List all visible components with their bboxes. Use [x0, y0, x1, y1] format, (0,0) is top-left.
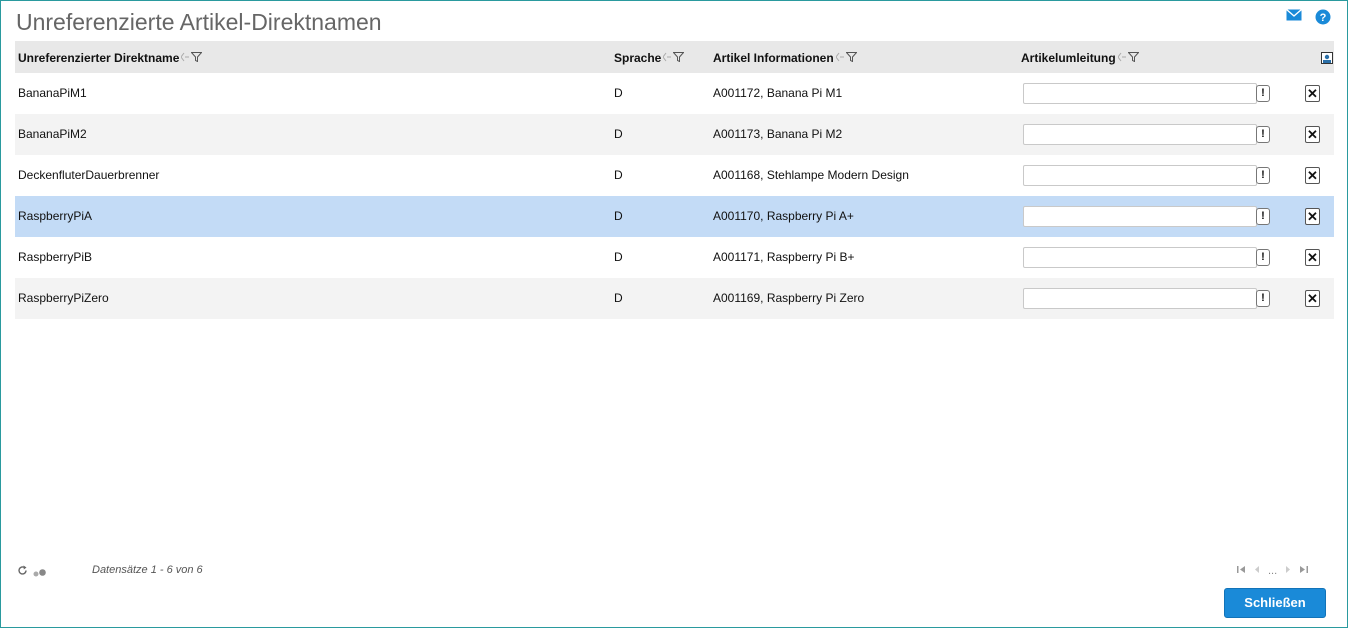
delete-button[interactable]: ✕ — [1305, 126, 1320, 143]
exclamation-button[interactable]: ! — [1256, 85, 1270, 102]
record-count: Datensätze 1 - 6 von 6 — [92, 564, 203, 576]
first-page-icon[interactable] — [1237, 565, 1246, 577]
last-page-icon[interactable] — [1299, 565, 1309, 577]
artikel-info-cell: A001170, Raspberry Pi A+ — [713, 209, 854, 223]
next-page-icon[interactable] — [1285, 565, 1291, 577]
table-row[interactable]: BananaPiM1 D A001172, Banana Pi M1! ✕ — [15, 73, 1334, 114]
exclamation-button[interactable]: ! — [1256, 126, 1270, 143]
direktname-cell: BananaPiM1 — [18, 86, 87, 100]
table-row[interactable]: RaspberryPiA D A001170, Raspberry Pi A+! ✕ — [15, 196, 1334, 237]
sort-icon[interactable] — [835, 51, 844, 65]
artikelumleitung-input[interactable] — [1023, 124, 1257, 145]
pager: ... — [1237, 565, 1309, 577]
mail-icon[interactable] — [1286, 8, 1302, 25]
direktname-cell: BananaPiM2 — [18, 127, 87, 141]
table-row[interactable]: BananaPiM2 D A001173, Banana Pi M2! ✕ — [15, 114, 1334, 155]
help-icon[interactable]: ? — [1315, 9, 1331, 28]
refresh-icon[interactable] — [17, 565, 28, 579]
column-header-artikel[interactable]: Artikel Informationen — [713, 51, 858, 65]
delete-button[interactable]: ✕ — [1305, 249, 1320, 266]
column-header-direktname[interactable]: Unreferenzierter Direktname — [18, 51, 204, 65]
delete-button[interactable]: ✕ — [1305, 85, 1320, 102]
filter-icon[interactable] — [1127, 51, 1140, 65]
column-header-sprache[interactable]: Sprache — [614, 51, 685, 65]
column-header-umleitung[interactable]: Artikelumleitung — [1021, 51, 1140, 65]
artikel-info-cell: A001171, Raspberry Pi B+ — [713, 250, 855, 264]
sprache-cell: D — [614, 127, 623, 141]
artikel-info-cell: A001172, Banana Pi M1 — [713, 86, 843, 100]
artikelumleitung-input[interactable] — [1023, 165, 1257, 186]
close-button[interactable]: Schließen — [1224, 588, 1326, 618]
direktname-cell: RaspberryPiA — [18, 209, 93, 223]
sprache-cell: D — [614, 168, 623, 182]
artikel-info-cell: A001169, Raspberry Pi Zero — [713, 291, 865, 305]
direktname-cell: DeckenfluterDauerbrenner — [18, 168, 160, 182]
page-title: Unreferenzierte Artikel-Direktnamen — [16, 9, 382, 35]
sort-icon[interactable] — [180, 51, 190, 65]
filter-icon[interactable] — [672, 51, 685, 65]
svg-text:?: ? — [1320, 12, 1327, 24]
artikelumleitung-input[interactable] — [1023, 83, 1257, 104]
exclamation-button[interactable]: ! — [1256, 208, 1270, 225]
artikelumleitung-input[interactable] — [1023, 288, 1257, 309]
delete-button[interactable]: ✕ — [1305, 208, 1320, 225]
table-body: BananaPiM1 D A001172, Banana Pi M1! ✕ Banana… — [15, 73, 1334, 319]
artikel-info-cell: A001173, Banana Pi M2 — [713, 127, 843, 141]
sort-icon[interactable] — [662, 51, 672, 65]
sprache-cell: D — [614, 291, 623, 305]
delete-button[interactable]: ✕ — [1305, 290, 1320, 307]
direktnamen-table: Unreferenzierter Direktname Sprache Arti… — [15, 41, 1334, 319]
artikelumleitung-input[interactable] — [1023, 247, 1257, 268]
table-row[interactable]: RaspberryPiB D A001171, Raspberry Pi B+! ✕ — [15, 237, 1334, 278]
exclamation-button[interactable]: ! — [1256, 249, 1270, 266]
column-chooser-icon[interactable] — [1321, 52, 1333, 64]
direktname-cell: RaspberryPiB — [18, 250, 93, 264]
exclamation-button[interactable]: ! — [1256, 290, 1270, 307]
artikelumleitung-input[interactable] — [1023, 206, 1257, 227]
prev-page-icon[interactable] — [1254, 565, 1260, 577]
sort-icon[interactable] — [1117, 51, 1126, 65]
table-row[interactable]: DeckenfluterDauerbrenner D A001168, Stehla… — [15, 155, 1334, 196]
filter-icon[interactable] — [190, 51, 204, 65]
dialog-frame: Unreferenzierte Artikel-Direktnamen ? Un… — [0, 0, 1348, 628]
pager-ellipsis: ... — [1268, 565, 1278, 577]
delete-button[interactable]: ✕ — [1305, 167, 1320, 184]
sprache-cell: D — [614, 250, 623, 264]
loading-dots-icon — [33, 566, 47, 580]
table-row[interactable]: RaspberryPiZero D A001169, Raspberry Pi Ze… — [15, 278, 1334, 319]
sprache-cell: D — [614, 86, 623, 100]
table-header: Unreferenzierter Direktname Sprache Arti… — [15, 41, 1334, 73]
filter-icon[interactable] — [845, 51, 858, 65]
direktname-cell: RaspberryPiZero — [18, 291, 109, 305]
artikel-info-cell: A001168, Stehlampe Modern Design — [713, 168, 909, 182]
exclamation-button[interactable]: ! — [1256, 167, 1270, 184]
sprache-cell: D — [614, 209, 623, 223]
